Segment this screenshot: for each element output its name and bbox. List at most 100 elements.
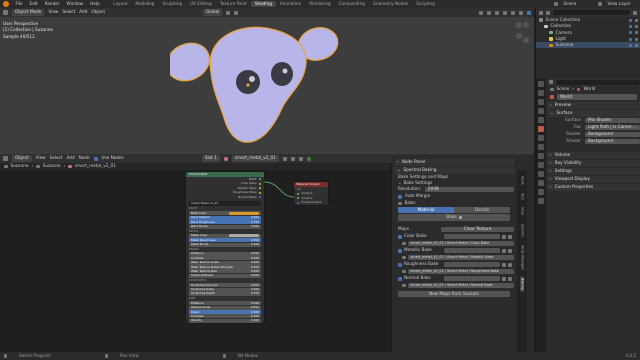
- node-editor-type-icon[interactable]: [3, 156, 8, 161]
- mode-selector[interactable]: Object Mode: [12, 9, 45, 16]
- auto-margin-checkbox[interactable]: [398, 194, 402, 199]
- sidebar-tab-baking[interactable]: Baking: [520, 275, 525, 292]
- map-delete-icon[interactable]: [508, 262, 512, 267]
- unlink-icon[interactable]: [298, 156, 303, 161]
- render-tab-icon[interactable]: [538, 90, 544, 96]
- eye-icon[interactable]: [635, 31, 638, 35]
- menu-window[interactable]: Window: [63, 1, 87, 6]
- use-nodes-checkbox[interactable]: [93, 156, 98, 161]
- blender-logo-icon[interactable]: [3, 1, 9, 7]
- outliner-search[interactable]: [553, 10, 630, 15]
- map-move-icon[interactable]: [502, 276, 506, 281]
- map-move-icon[interactable]: [502, 234, 506, 239]
- properties-editor-icon[interactable]: [549, 80, 553, 84]
- sidebar-tab-options[interactable]: Options: [520, 222, 525, 239]
- menu-add[interactable]: Add: [79, 10, 87, 14]
- 3d-viewport[interactable]: Object Mode View Select Add Object Globa…: [0, 8, 534, 154]
- orientation-selector[interactable]: Global: [203, 9, 223, 16]
- surface-field[interactable]: Mix Shader: [585, 117, 640, 124]
- tab-decals-bake[interactable]: Decals: [454, 207, 510, 213]
- node-menu-add[interactable]: Add: [67, 156, 75, 160]
- eye-icon[interactable]: [635, 37, 638, 41]
- resolution-dropdown[interactable]: 2048: [425, 186, 514, 193]
- tab-shading[interactable]: Shading: [250, 0, 276, 8]
- tool-tab-icon[interactable]: [538, 81, 544, 87]
- section-viewport-display[interactable]: › Viewport Display: [547, 176, 640, 183]
- fake-user-icon[interactable]: [282, 156, 287, 161]
- sidebar-tab-node[interactable]: Node: [520, 174, 525, 187]
- data-tab-icon[interactable]: [538, 180, 544, 186]
- sidebar-tab-view[interactable]: View: [520, 205, 525, 217]
- camera-view-icon[interactable]: [516, 33, 522, 40]
- gizmo-icon[interactable]: [487, 10, 491, 15]
- tab-modeling[interactable]: Modeling: [131, 1, 158, 7]
- menu-render[interactable]: Render: [41, 1, 63, 6]
- shading-rendered-icon[interactable]: [527, 10, 531, 15]
- map-colorspace-field[interactable]: [444, 275, 500, 282]
- shader1-field[interactable]: Background: [585, 131, 640, 138]
- new-material-icon[interactable]: [290, 156, 295, 161]
- output-tab-icon[interactable]: [538, 99, 544, 105]
- navigation-gizmo[interactable]: [516, 22, 534, 44]
- map-image-field[interactable]: smart_metal_v2_01 / Smart Metal / Normal…: [407, 282, 514, 289]
- material-name-field[interactable]: smart_metal_v2_01: [231, 155, 279, 162]
- outliner-include-checkbox[interactable]: [629, 24, 632, 28]
- tab-geometry-nodes[interactable]: Geometry Nodes: [369, 1, 412, 7]
- snap-icon[interactable]: [226, 10, 231, 15]
- map-image-field[interactable]: smart_metal_v2_01 / Smart Metal / Roughn…: [407, 268, 514, 275]
- world-tab-icon[interactable]: [538, 126, 544, 132]
- display-mode-icon[interactable]: [546, 10, 550, 15]
- world-name-field[interactable]: World: [557, 94, 637, 100]
- section-custom-properties[interactable]: › Custom Properties: [547, 184, 640, 191]
- material-tab-icon[interactable]: [538, 189, 544, 195]
- zoom-icon[interactable]: [516, 22, 522, 28]
- tab-rendering[interactable]: Rendering: [305, 1, 334, 7]
- node-menu-select[interactable]: Select: [50, 156, 63, 160]
- suzanne-model[interactable]: [170, 22, 350, 152]
- tab-scripting[interactable]: Scripting: [412, 1, 439, 7]
- sidebar-tab-tool[interactable]: Tool: [520, 191, 525, 202]
- menu-view[interactable]: View: [48, 10, 58, 14]
- menu-help[interactable]: Help: [87, 1, 104, 6]
- pan-hand-icon[interactable]: [523, 22, 530, 28]
- tab-sculpting[interactable]: Sculpting: [158, 1, 186, 7]
- fac-field[interactable]: Light Path | Is Camer...: [585, 124, 640, 131]
- outliner-include-checkbox[interactable]: [629, 18, 632, 22]
- slot-selector[interactable]: Slot 1: [201, 155, 220, 162]
- proportional-icon[interactable]: [234, 10, 239, 15]
- particles-tab-icon[interactable]: [538, 153, 544, 159]
- map-enable-checkbox[interactable]: [398, 248, 402, 253]
- object-shader-selector[interactable]: Object: [12, 155, 32, 162]
- view-layer-tab-icon[interactable]: [538, 108, 544, 114]
- scene-selector[interactable]: Scene: [560, 1, 598, 6]
- menu-select[interactable]: Select: [62, 10, 75, 14]
- overlay-icon[interactable]: [495, 10, 499, 15]
- section-settings[interactable]: › Settings: [547, 168, 640, 175]
- menu-file[interactable]: File: [12, 1, 26, 6]
- scene-tab-icon[interactable]: [538, 117, 544, 123]
- view-layer-selector[interactable]: View Layer: [604, 1, 640, 6]
- filter-icon[interactable]: [633, 10, 637, 15]
- modifier-tab-icon[interactable]: [538, 144, 544, 150]
- map-enable-checkbox[interactable]: [398, 234, 402, 239]
- visibility-icon[interactable]: [479, 10, 483, 15]
- map-delete-icon[interactable]: [508, 234, 512, 239]
- pin-icon[interactable]: [306, 156, 311, 161]
- tab-layout[interactable]: Layout: [109, 1, 131, 7]
- bake-button[interactable]: Bake: [398, 214, 510, 221]
- eye-icon[interactable]: [635, 24, 638, 28]
- outliner-include-checkbox[interactable]: [629, 43, 632, 47]
- new-maps-button[interactable]: New Maps from Sockets: [398, 291, 510, 297]
- shading-material-icon[interactable]: [519, 10, 523, 15]
- object-tab-icon[interactable]: [538, 135, 544, 141]
- section-surface[interactable]: ⌄ Surface: [547, 110, 640, 117]
- panel-node[interactable]: › Node Panel: [394, 159, 514, 166]
- map-image-field[interactable]: smart_metal_v2_01 / Smart Metal / Color …: [407, 240, 514, 247]
- shading-solid-icon[interactable]: [511, 10, 515, 15]
- map-move-icon[interactable]: [502, 248, 506, 253]
- properties-search[interactable]: [556, 79, 640, 85]
- sidebar-tab-node-wrangler[interactable]: Node Wrangler: [520, 243, 525, 272]
- menu-edit[interactable]: Edit: [26, 1, 41, 6]
- shader2-field[interactable]: Background: [585, 138, 640, 145]
- map-colorspace-field[interactable]: [444, 233, 500, 240]
